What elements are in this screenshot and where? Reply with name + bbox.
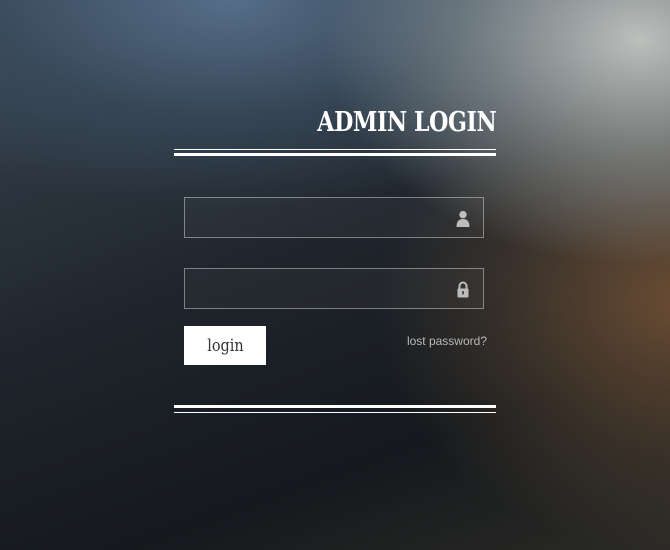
bottom-divider-thick xyxy=(174,405,496,408)
login-button[interactable]: login xyxy=(184,326,266,365)
login-button-label: login xyxy=(206,335,244,356)
page-title: ADMIN LOGIN xyxy=(316,107,496,138)
title-divider-thick xyxy=(174,153,496,156)
username-field[interactable] xyxy=(184,197,484,238)
lock-icon xyxy=(457,281,469,298)
lost-password-link[interactable]: lost password? xyxy=(407,334,487,348)
password-input[interactable] xyxy=(185,269,483,308)
bottom-divider-thin xyxy=(174,412,496,413)
password-field[interactable] xyxy=(184,268,484,309)
title-divider-thin xyxy=(174,149,496,150)
username-input[interactable] xyxy=(185,198,483,237)
user-icon xyxy=(456,210,470,227)
login-panel: ADMIN LOGIN login lost password? xyxy=(174,0,496,550)
